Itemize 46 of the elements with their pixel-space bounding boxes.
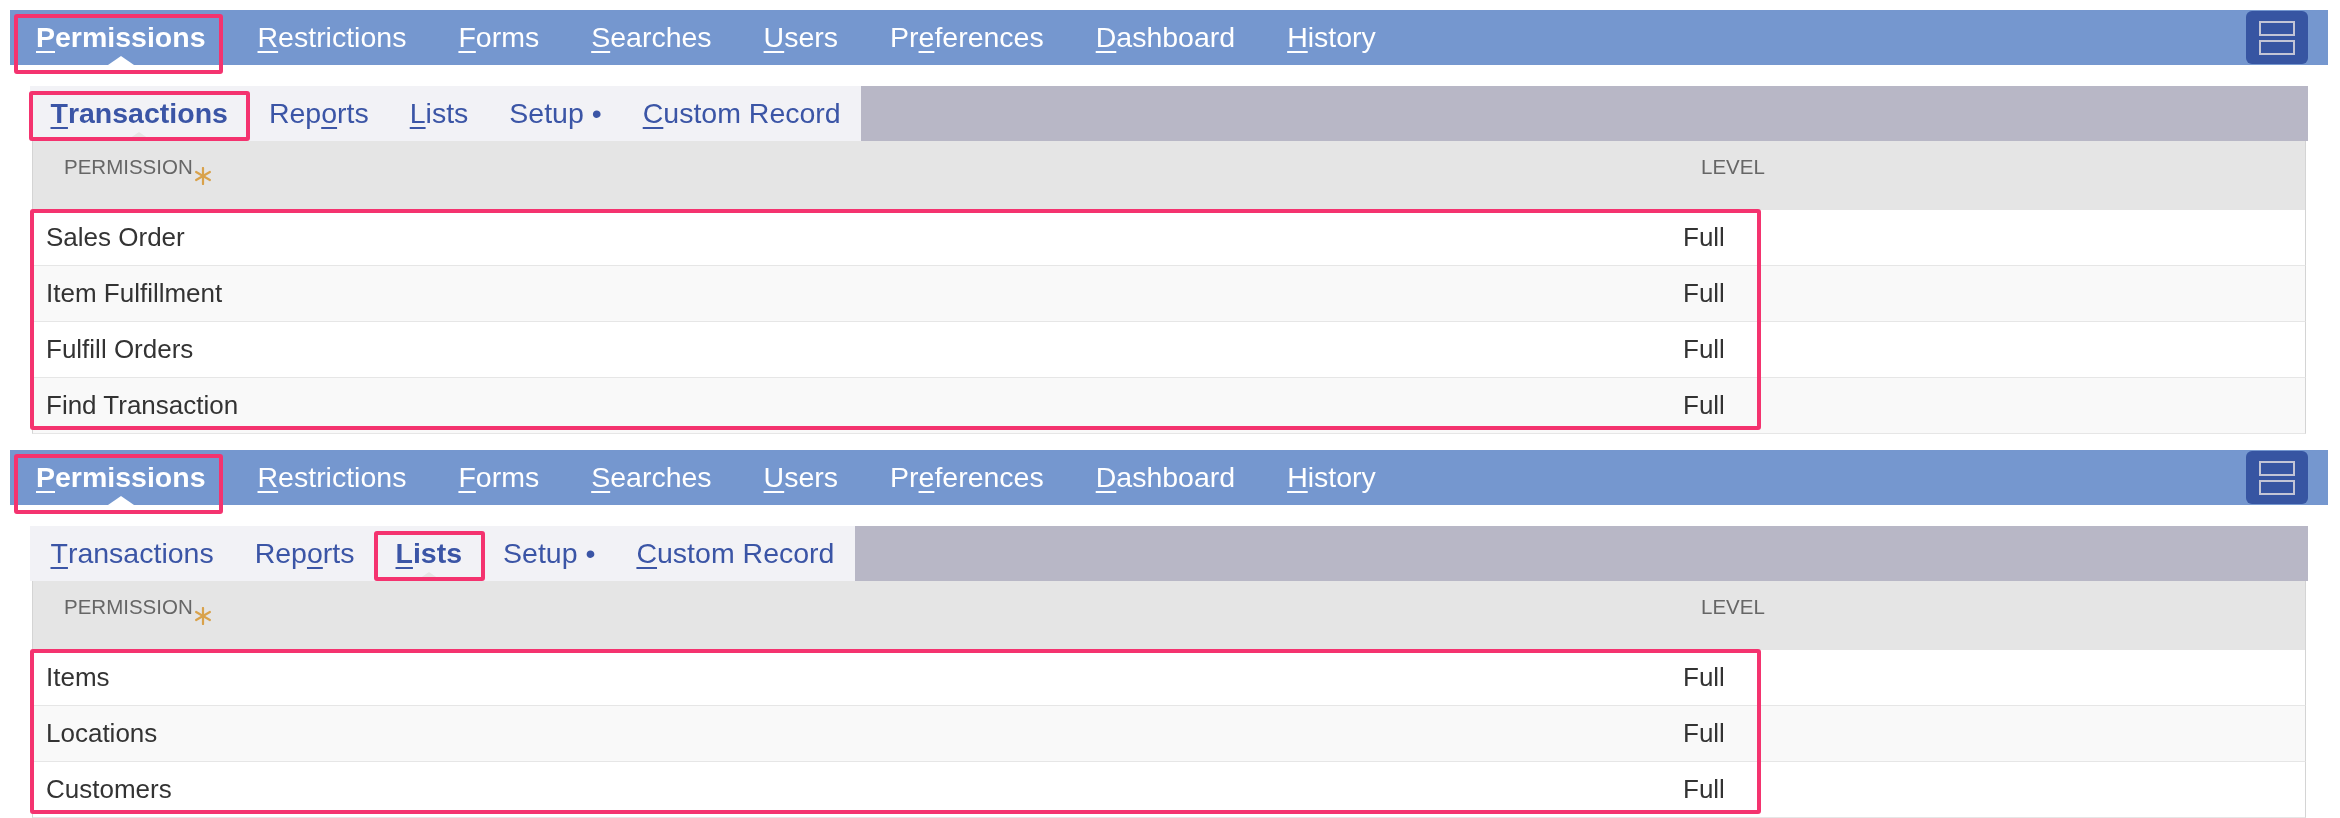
nav-tab[interactable]: History <box>1261 450 1402 505</box>
table-cell-text: Full <box>1682 773 1726 806</box>
nav-tab[interactable]: Dashboard <box>1069 450 1262 505</box>
subtab[interactable]: Transactions <box>30 526 235 581</box>
nav-tab[interactable]: History <box>1261 10 1402 65</box>
subtab[interactable]: Reports <box>248 86 390 141</box>
nav-tab[interactable]: Users <box>737 450 865 505</box>
nav-tab[interactable]: Restrictions <box>231 450 433 505</box>
nav-tab[interactable]: Permissions <box>10 450 232 505</box>
column-header: PERMISSION <box>63 594 193 619</box>
table-cell-text: Item Fulfillment <box>45 277 224 310</box>
stacked-rectangles-icon <box>2259 460 2295 495</box>
nav-tab[interactable]: Users <box>737 10 865 65</box>
subtab[interactable]: Custom Record <box>622 86 862 141</box>
table-cell-text: Find Transaction <box>45 389 240 422</box>
table-cell-text: Full <box>1682 333 1726 366</box>
nav-tab[interactable]: Preferences <box>864 450 1070 505</box>
table-cell-text: Full <box>1682 389 1726 422</box>
nav-tab[interactable]: Forms <box>432 450 566 505</box>
subtab[interactable]: Reports <box>234 526 375 581</box>
subtab[interactable]: Custom Record <box>615 526 855 581</box>
table-cell-text: Items <box>45 661 111 694</box>
table-cell-text: Locations <box>45 717 159 750</box>
nav-tab[interactable]: Preferences <box>864 10 1070 65</box>
subtab[interactable]: Setup • <box>488 86 623 141</box>
column-header: PERMISSION <box>63 154 193 179</box>
layout-button[interactable] <box>2246 11 2308 64</box>
nav-tab[interactable]: Searches <box>565 10 738 65</box>
subtab[interactable]: Setup • <box>482 526 616 581</box>
table-cell-text: Full <box>1682 221 1726 254</box>
table-cell-text: Full <box>1682 277 1726 310</box>
nav-tab[interactable]: Restrictions <box>231 10 433 65</box>
column-header: LEVEL <box>1700 594 1765 619</box>
table-cell-text: Full <box>1682 717 1726 750</box>
nav-tab[interactable]: Dashboard <box>1069 10 1262 65</box>
stacked-rectangles-icon <box>2259 20 2295 55</box>
table-cell-text: Fulfill Orders <box>45 333 195 366</box>
subtab[interactable]: Lists <box>389 86 489 141</box>
table-cell-text: Full <box>1682 661 1726 694</box>
nav-tab[interactable]: Forms <box>432 10 566 65</box>
column-header: LEVEL <box>1700 154 1765 179</box>
layout-button[interactable] <box>2246 451 2308 504</box>
table-cell-text: Sales Order <box>45 221 186 254</box>
table-cell-text: Customers <box>45 773 173 806</box>
nav-tab[interactable]: Permissions <box>10 10 232 65</box>
nav-tab[interactable]: Searches <box>565 450 738 505</box>
